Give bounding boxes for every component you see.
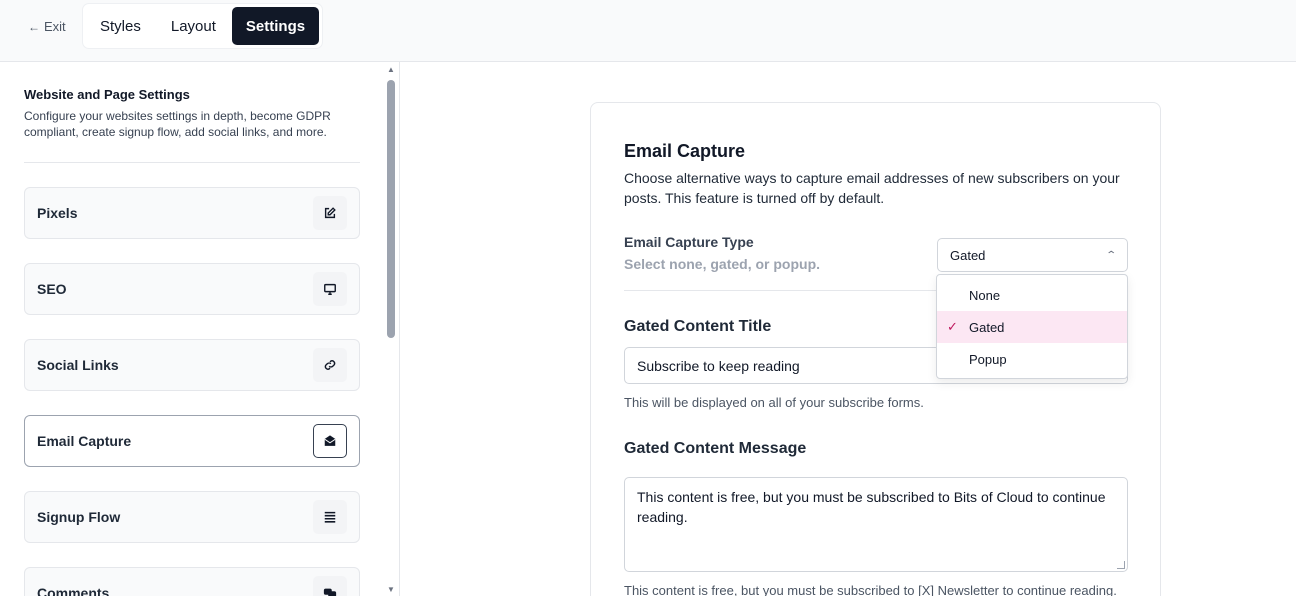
exit-button[interactable]: ← Exit (28, 19, 66, 34)
sidebar-item-label: Email Capture (37, 433, 132, 449)
sidebar-item-comments[interactable]: Comments (24, 567, 360, 596)
chevron-up-icon: ⌃ (1104, 249, 1117, 261)
sidebar-scrollbar[interactable]: ▲ ▼ (384, 62, 398, 596)
sidebar-item-label: Pixels (37, 205, 78, 221)
gated-message-text: This content is free, but you must be su… (637, 489, 1106, 525)
envelope-open-icon (313, 424, 347, 458)
gated-message-label: Gated Content Message (624, 440, 807, 457)
link-icon (313, 348, 347, 382)
tab-layout[interactable]: Layout (157, 7, 230, 45)
page-title: Email Capture (624, 141, 746, 161)
option-popup[interactable]: Popup (937, 343, 1127, 375)
sidebar-description: Configure your websites settings in dept… (24, 109, 331, 139)
monitor-icon (313, 272, 347, 306)
option-label: Popup (969, 351, 1007, 367)
option-label: None (969, 287, 1001, 303)
sidebar-item-label: Social Links (37, 357, 119, 373)
list-icon (313, 500, 347, 534)
capture-type-value: Gated (950, 247, 986, 263)
sidebar-item-label: SEO (37, 281, 67, 297)
capture-type-select[interactable]: Gated ⌃ (937, 238, 1128, 272)
exit-label: Exit (44, 19, 66, 34)
check-icon: ✓ (947, 319, 958, 334)
sidebar-title: Website and Page Settings (24, 87, 190, 102)
sidebar-item-email-capture[interactable]: Email Capture (24, 415, 360, 467)
sidebar-item-pixels[interactable]: Pixels (24, 187, 360, 239)
capture-type-help: Select none, gated, or popup. (624, 256, 821, 272)
scroll-down-icon[interactable]: ▼ (387, 585, 395, 594)
tab-settings[interactable]: Settings (231, 7, 320, 45)
gated-message-help: This content is free, but you must be su… (624, 583, 1117, 596)
gated-message-textarea[interactable]: This content is free, but you must be su… (624, 477, 1128, 572)
sidebar-item-label: Signup Flow (37, 509, 121, 525)
sidebar-item-signup-flow[interactable]: Signup Flow (24, 491, 360, 543)
chat-icon (313, 576, 347, 596)
gated-title-label: Gated Content Title (624, 318, 772, 335)
top-bar: ← Exit Styles Layout Settings (0, 0, 1296, 62)
sidebar-item-seo[interactable]: SEO (24, 263, 360, 315)
capture-type-label: Email Capture Type (624, 234, 754, 250)
editor-tabs: Styles Layout Settings (83, 4, 323, 48)
resize-handle-icon[interactable] (1117, 561, 1125, 569)
panel-description: Choose alternative ways to capture email… (624, 170, 1120, 206)
option-label: Gated (969, 319, 1005, 335)
arrow-left-icon: ← (28, 19, 40, 34)
edit-icon (313, 196, 347, 230)
sidebar-item-label: Comments (37, 585, 110, 596)
settings-sidebar: Website and Page Settings Configure your… (0, 62, 400, 596)
capture-type-dropdown: None ✓ Gated Popup (936, 274, 1128, 379)
gated-title-help: This will be displayed on all of your su… (624, 395, 924, 410)
tab-styles[interactable]: Styles (86, 7, 155, 45)
sidebar-divider (24, 162, 360, 163)
scroll-up-icon[interactable]: ▲ (387, 65, 395, 74)
sidebar-item-social-links[interactable]: Social Links (24, 339, 360, 391)
option-none[interactable]: None (937, 279, 1127, 311)
option-gated[interactable]: ✓ Gated (937, 311, 1127, 343)
scroll-thumb[interactable] (387, 80, 395, 338)
